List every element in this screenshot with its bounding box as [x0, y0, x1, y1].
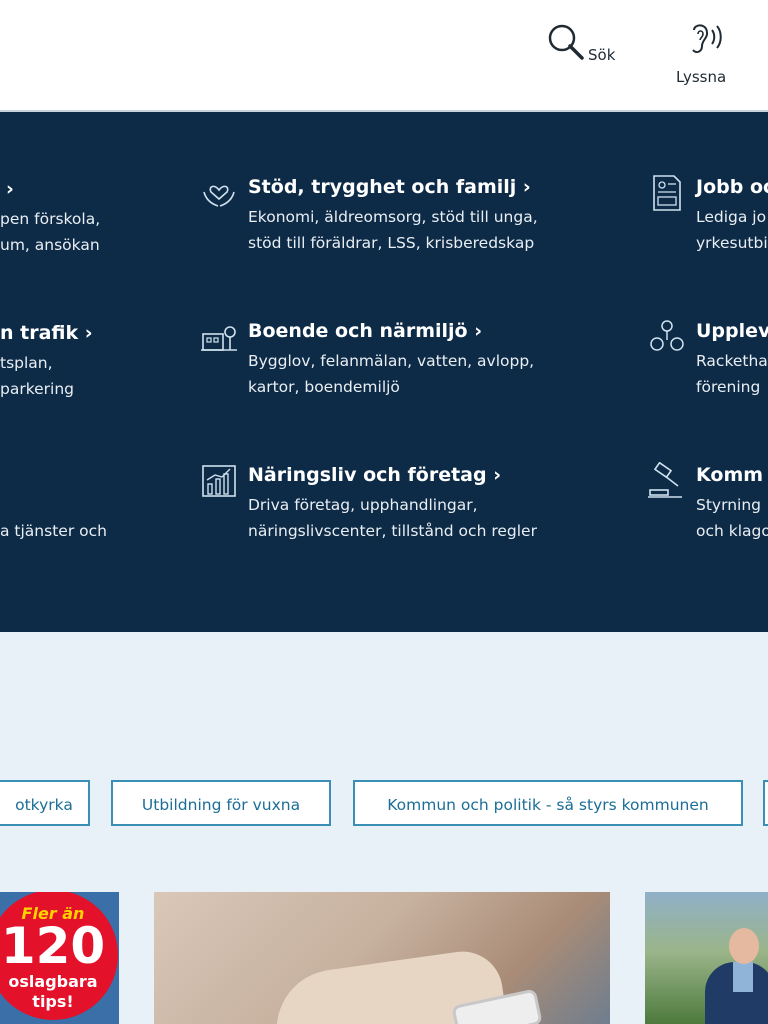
search-button[interactable]: Sök [546, 22, 626, 68]
nav-desc-partial-2: tsplan, parkering [0, 354, 75, 398]
tips-badge: Fler än 120 oslagbara tips! [0, 892, 118, 1020]
nav-item-desc: Ekonomi, äldreomsorg, stöd till unga, st… [248, 208, 538, 252]
nav-item-partial-2[interactable]: n trafik › tsplan, parkering [0, 320, 93, 402]
person-head [729, 928, 759, 964]
nav-item-title[interactable]: Upplev [696, 318, 768, 344]
nav-item-title[interactable]: Näringsliv och företag › [248, 462, 501, 488]
promo-card-phone-image[interactable] [154, 892, 610, 1024]
nav-item-upplev[interactable]: Upplev Racketha förening [648, 318, 768, 408]
nav-item-jobb[interactable]: Jobb oc Lediga jo yrkesutbi [648, 174, 768, 264]
nav-item-stod-trygghet-familj[interactable]: Stöd, trygghet och familj › Ekonomi, äld… [200, 174, 600, 264]
nav-desc-partial-3: a tjänster och [0, 522, 107, 540]
nav-item-title[interactable]: Boende och närmiljö › [248, 318, 482, 344]
nav-item-boende-narmiljo[interactable]: Boende och närmiljö › Bygglov, felanmäla… [200, 318, 600, 408]
nav-item-partial-3[interactable]: a tjänster och [0, 518, 107, 544]
promo-card-person-image[interactable] [645, 892, 768, 1024]
search-label: Sök [588, 46, 616, 64]
nav-item-partial-1[interactable]: › pen förskola, um, ansökan [0, 176, 100, 258]
cv-document-icon [653, 175, 681, 211]
nav-title-partial-2: n trafik › [0, 322, 93, 344]
promo-card-tips[interactable]: Fler än 120 oslagbara tips! [0, 892, 119, 1024]
nav-item-desc: Styrning och klago [696, 496, 768, 540]
nav-item-title[interactable]: Stöd, trygghet och familj › [248, 174, 531, 200]
nav-item-title[interactable]: Jobb oc [696, 174, 768, 200]
nav-title-partial-1: › [6, 178, 14, 200]
nav-item-desc: Bygglov, felanmälan, vatten, avlopp, kar… [248, 352, 535, 396]
quick-link-botkyrka[interactable]: otkyrka [0, 780, 90, 826]
quick-link-partial[interactable] [763, 780, 768, 826]
nav-item-naringsliv-foretag[interactable]: Näringsliv och företag › Driva företag, … [200, 462, 600, 552]
category-navigation: › pen förskola, um, ansökan n trafik › t… [0, 112, 768, 632]
site-header: Sök Lyssna [0, 0, 768, 112]
gavel-icon [648, 462, 682, 498]
nav-item-kommun[interactable]: Komm Styrning och klago [648, 462, 768, 552]
heart-hands-icon [203, 185, 235, 207]
activities-icon [650, 320, 684, 351]
quick-link-utbildning-vuxna[interactable]: Utbildning för vuxna [111, 780, 331, 826]
house-tree-icon [201, 326, 237, 351]
nav-item-title[interactable]: Komm [696, 462, 763, 488]
person-shirt [733, 962, 753, 992]
ear-icon [692, 24, 722, 54]
nav-desc-partial-1: pen förskola, um, ansökan [0, 210, 101, 254]
nav-item-desc: Lediga jo yrkesutbi [696, 208, 768, 252]
nav-item-desc: Racketha förening [696, 352, 768, 396]
bar-chart-icon [202, 465, 236, 497]
listen-button[interactable]: Lyssna [672, 22, 736, 92]
search-icon [548, 24, 584, 60]
listen-label: Lyssna [676, 68, 727, 86]
quick-link-kommun-politik[interactable]: Kommun och politik - så styrs kommunen [353, 780, 743, 826]
nav-item-desc: Driva företag, upphandlingar, näringsliv… [248, 496, 537, 540]
